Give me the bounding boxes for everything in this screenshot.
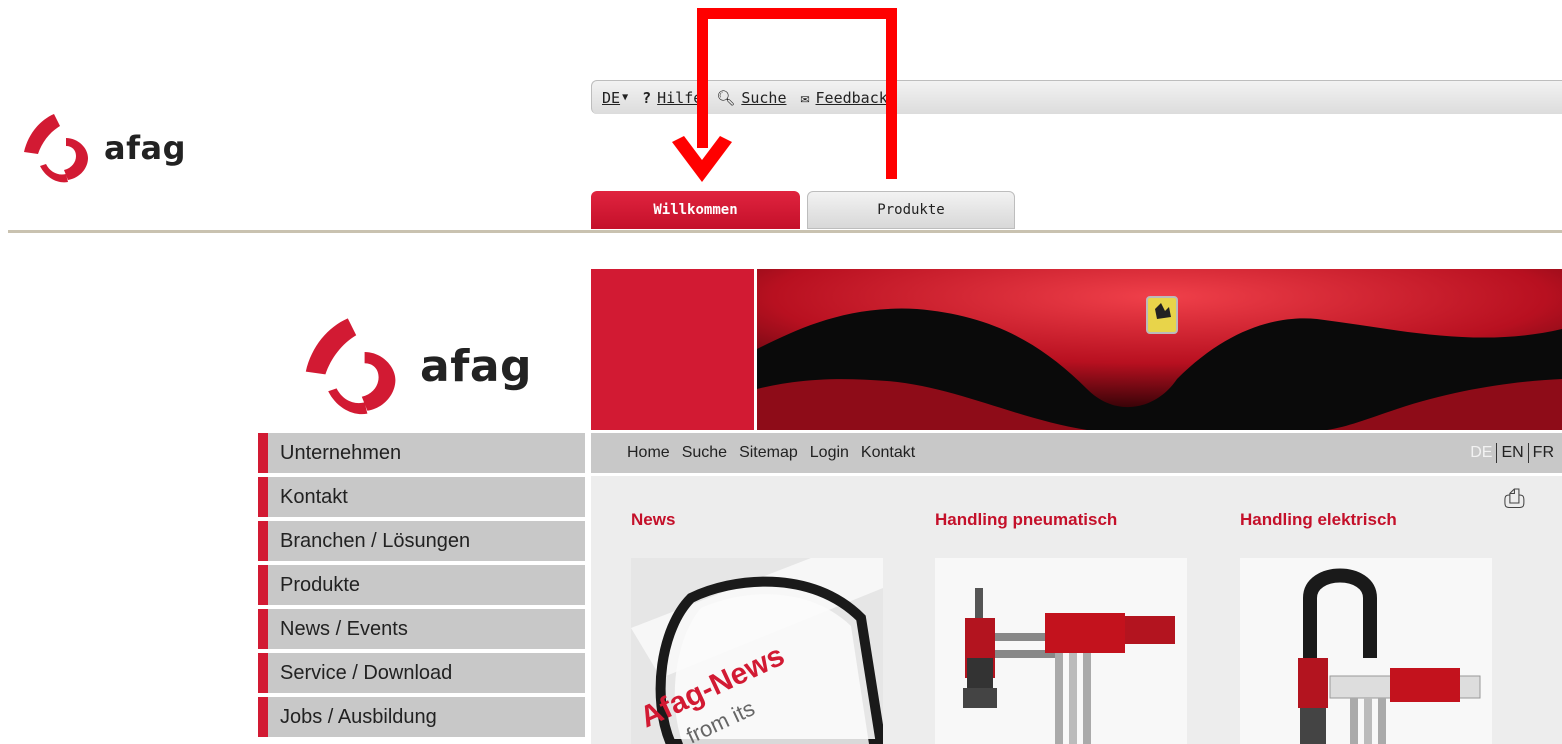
printer-icon[interactable]: ⎙ [1504,484,1525,515]
lang-fr[interactable]: FR [1533,444,1554,462]
nav-item-produkte[interactable]: Produkte [258,565,585,605]
news-image[interactable]: Afag-News from its [631,558,883,744]
product-image-elektrisch[interactable] [1240,558,1492,744]
mail-icon: ✉ [800,88,810,107]
header-divider [8,230,1562,233]
header-logo[interactable]: afag [18,108,186,188]
nav-item-jobs[interactable]: Jobs / Ausbildung [258,697,585,737]
hero-image [757,269,1562,430]
tab-label: Produkte [877,202,945,218]
tab-willkommen[interactable]: Willkommen [591,191,800,229]
tab-label: Willkommen [653,202,738,218]
left-navigation: Unternehmen Kontakt Branchen / Lösungen … [258,433,585,741]
column-heading-pneumatisch[interactable]: Handling pneumatisch [935,510,1117,530]
subnav-sitemap[interactable]: Sitemap [739,444,798,462]
site-subnav: Home Suche Sitemap Login Kontakt DE EN F… [591,433,1562,473]
language-dropdown[interactable]: DE ▼ [602,89,628,107]
nav-item-branchen[interactable]: Branchen / Lösungen [258,521,585,561]
subnav-suche[interactable]: Suche [682,444,727,462]
logo-wordmark: afag [104,129,187,167]
language-switcher: DE EN FR [1470,433,1554,473]
lang-separator [1527,443,1529,463]
column-heading-elektrisch[interactable]: Handling elektrisch [1240,510,1397,530]
utility-bar: DE ▼ ? Hilfe 🔍︎ Suche ✉ Feedback [591,80,1562,114]
tab-produkte[interactable]: Produkte [807,191,1015,229]
lang-en[interactable]: EN [1501,444,1523,462]
lang-de[interactable]: DE [1470,444,1492,462]
dropdown-arrow-icon: ▼ [622,92,629,103]
afag-logo-icon [305,318,396,415]
help-link[interactable]: ? Hilfe [642,89,702,107]
help-label: Hilfe [657,88,703,107]
feedback-label: Feedback [815,88,888,107]
search-label: Suche [741,88,787,107]
site-logo[interactable]: afag [296,310,532,422]
subnav-login[interactable]: Login [810,444,849,462]
nav-item-kontakt[interactable]: Kontakt [258,477,585,517]
product-image-pneumatisch[interactable] [935,558,1187,744]
search-link[interactable]: 🔍︎ Suche [716,89,786,107]
subnav-kontakt[interactable]: Kontakt [861,444,915,462]
nav-item-unternehmen[interactable]: Unternehmen [258,433,585,473]
lang-separator [1496,443,1498,463]
magnifier-icon: 🔍︎ [716,88,736,107]
column-heading-news[interactable]: News [631,510,675,530]
nav-item-news-events[interactable]: News / Events [258,609,585,649]
feedback-link[interactable]: ✉ Feedback [800,89,887,107]
site-logo-wordmark: afag [420,340,533,392]
afag-logo-icon [24,114,88,183]
language-label: DE [602,88,621,107]
hero-red-block [591,269,754,430]
subnav-home[interactable]: Home [627,444,670,462]
nav-item-service-download[interactable]: Service / Download [258,653,585,693]
help-icon: ? [642,88,652,107]
